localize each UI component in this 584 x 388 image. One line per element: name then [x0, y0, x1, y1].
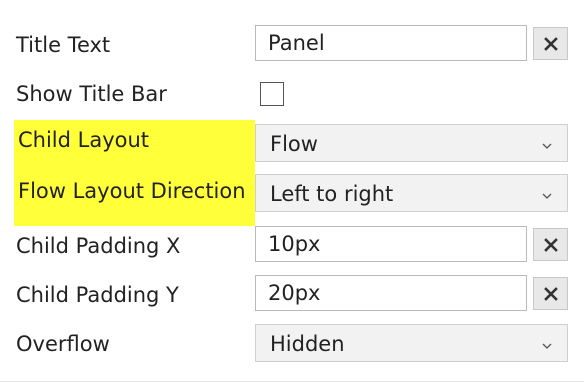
chevron-down-icon [541, 187, 553, 199]
child-padding-y-clear-button[interactable] [533, 277, 568, 310]
properties-panel: Title Text Show Title Bar Child Layout F… [0, 0, 584, 388]
show-title-bar-label: Show Title Bar [16, 82, 167, 106]
title-text-clear-button[interactable] [533, 27, 568, 60]
property-row-child-padding-x: Child Padding X [0, 224, 584, 268]
property-row-child-layout: Child Layout Flow [0, 120, 584, 168]
property-row-child-padding-y: Child Padding Y [0, 273, 584, 317]
child-layout-value: Flow [270, 132, 318, 156]
overflow-select[interactable]: Hidden [255, 324, 568, 362]
title-text-input[interactable] [255, 25, 527, 61]
child-padding-y-input[interactable] [255, 275, 527, 311]
property-row-flow-layout-direction: Flow Layout Direction Left to right [0, 168, 584, 226]
child-padding-x-clear-button[interactable] [533, 228, 568, 261]
child-layout-select[interactable]: Flow [255, 124, 568, 162]
flow-layout-direction-select[interactable]: Left to right [255, 174, 568, 212]
show-title-bar-checkbox[interactable] [260, 82, 284, 106]
close-icon [543, 237, 559, 253]
property-row-show-title-bar: Show Title Bar [0, 72, 584, 116]
overflow-label: Overflow [16, 332, 110, 356]
property-row-overflow: Overflow Hidden [0, 322, 584, 366]
child-padding-x-label: Child Padding X [16, 234, 181, 258]
chevron-down-icon [541, 137, 553, 149]
flow-layout-direction-label: Flow Layout Direction [14, 168, 255, 226]
close-icon [543, 286, 559, 302]
flow-layout-direction-value: Left to right [270, 182, 394, 206]
property-row-title-text: Title Text [0, 23, 584, 67]
overflow-value: Hidden [270, 332, 345, 356]
child-padding-x-input[interactable] [255, 226, 527, 262]
close-icon [543, 36, 559, 52]
chevron-down-icon [541, 337, 553, 349]
title-text-label: Title Text [16, 33, 111, 57]
panel-bottom-divider [0, 381, 584, 382]
child-layout-label: Child Layout [14, 120, 255, 168]
child-padding-y-label: Child Padding Y [16, 283, 179, 307]
